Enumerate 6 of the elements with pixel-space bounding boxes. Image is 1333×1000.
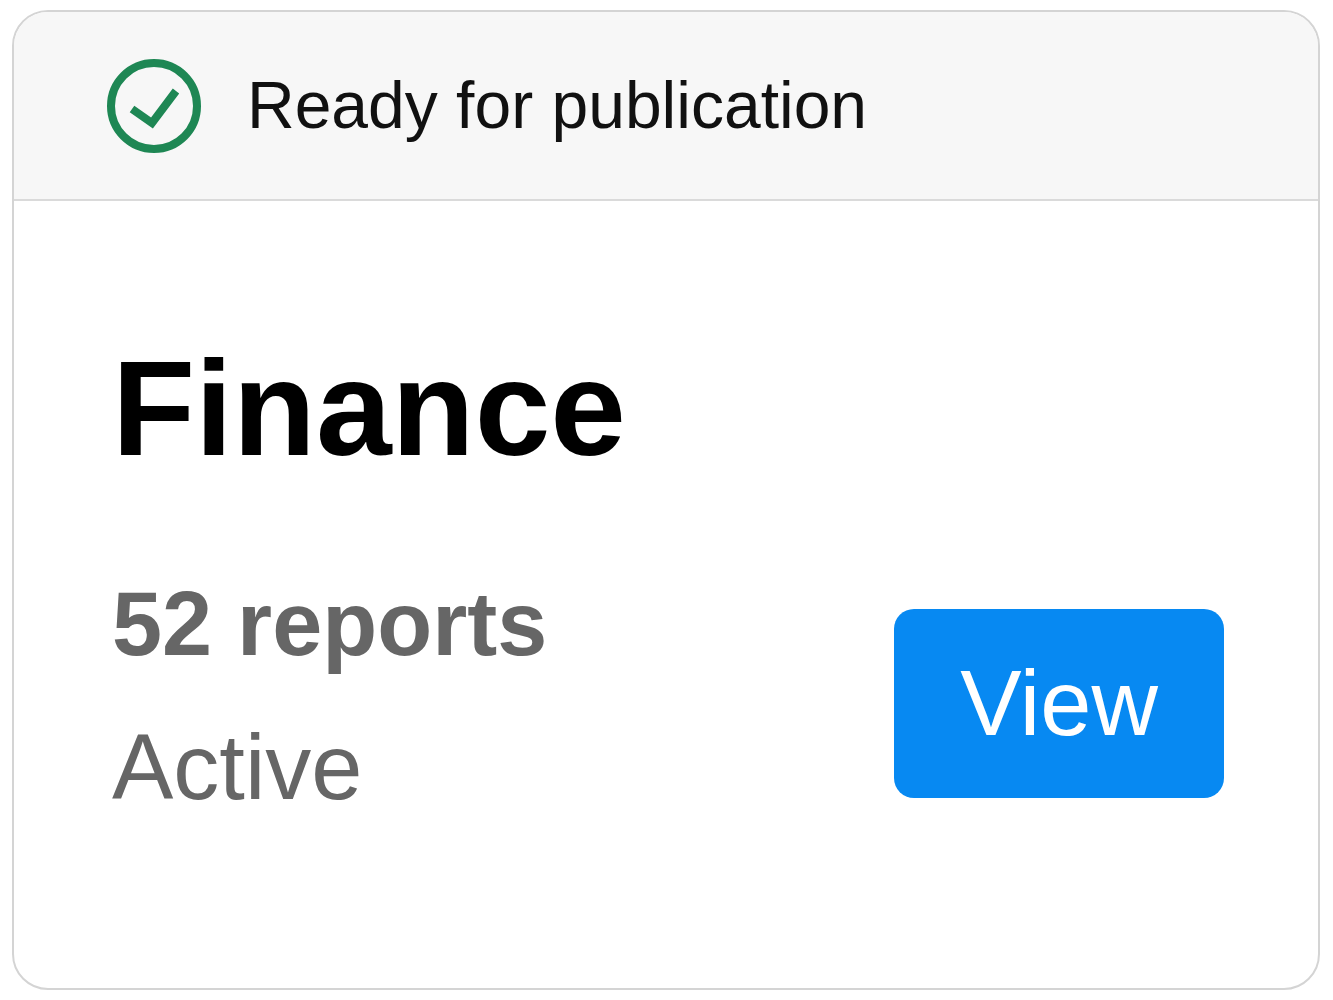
- card-title: Finance: [112, 340, 627, 476]
- view-button[interactable]: View: [894, 609, 1224, 798]
- state-text: Active: [112, 717, 364, 819]
- check-circle-icon: [107, 58, 201, 153]
- status-label: Ready for publication: [247, 66, 868, 144]
- report-count: 52 reports: [112, 573, 548, 676]
